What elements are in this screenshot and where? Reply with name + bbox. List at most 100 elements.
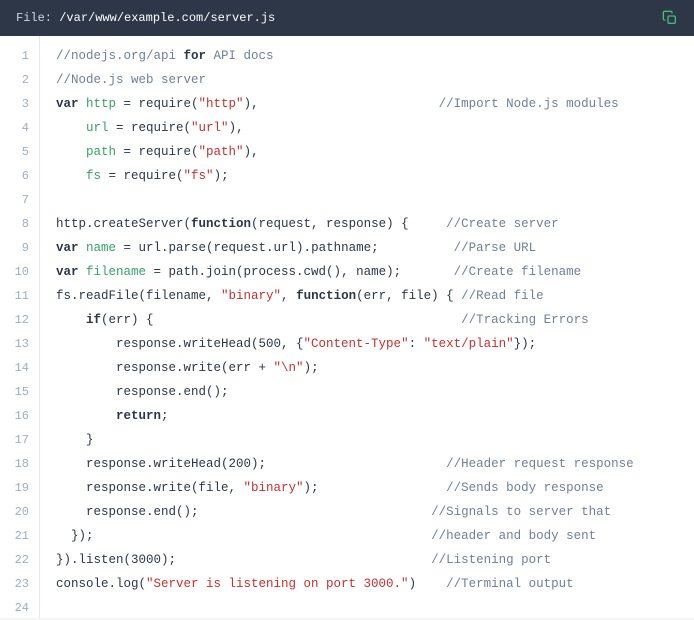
code-token: //nodejs.org/api: [56, 49, 184, 63]
code-token: [409, 217, 447, 231]
code-line: response.writeHead(200); //Header reques…: [56, 452, 634, 476]
code-token: if: [86, 313, 101, 327]
code-content[interactable]: //nodejs.org/api for API docs //Node.js w…: [40, 36, 634, 618]
code-line: response.end();: [56, 380, 634, 404]
code-line: //nodejs.org/api for API docs: [56, 44, 634, 68]
line-number: 1: [8, 44, 29, 68]
code-token: "binary": [221, 289, 281, 303]
code-token: //Listening port: [431, 553, 551, 567]
line-number: 22: [8, 548, 29, 572]
code-token: [56, 169, 86, 183]
code-token: = url.parse(request.url).pathname;: [116, 241, 379, 255]
code-token: ),: [229, 121, 244, 135]
code-token: "text/plain": [424, 337, 514, 351]
code-token: [56, 409, 116, 423]
code-token: "path": [199, 145, 244, 159]
code-token: //Header request response: [446, 457, 634, 471]
line-number: 17: [8, 428, 29, 452]
code-line: var filename = path.join(process.cwd(), …: [56, 260, 634, 284]
code-token: [176, 553, 431, 567]
code-token: ;: [161, 409, 169, 423]
code-token: :: [409, 337, 424, 351]
code-token: "fs": [184, 169, 214, 183]
line-number-gutter: 123456789101112131415161718192021222324: [0, 36, 40, 618]
code-token: "Content-Type": [304, 337, 409, 351]
code-line: path = require("path"),: [56, 140, 634, 164]
code-token: //Create server: [446, 217, 559, 231]
code-token: response.writeHead(200);: [56, 457, 266, 471]
line-number: 10: [8, 260, 29, 284]
code-token: }: [56, 433, 94, 447]
code-token: );: [304, 361, 319, 375]
code-token: response.write(err +: [56, 361, 274, 375]
code-line: //Node.js web server: [56, 68, 634, 92]
code-token: name: [86, 241, 116, 255]
code-line: response.end(); //Signals to server that: [56, 500, 634, 524]
code-token: response.writeHead(500, {: [56, 337, 304, 351]
copy-icon[interactable]: [662, 10, 678, 26]
line-number: 4: [8, 116, 29, 140]
code-token: = require(: [109, 121, 192, 135]
line-number: 15: [8, 380, 29, 404]
line-number: 5: [8, 140, 29, 164]
code-token: [199, 505, 432, 519]
code-token: API docs: [206, 49, 274, 63]
code-token: http.createServer(: [56, 217, 191, 231]
code-token: path: [86, 145, 116, 159]
file-path: /var/www/example.com/server.js: [59, 11, 275, 25]
code-token: [259, 97, 439, 111]
code-line: fs = require("fs");: [56, 164, 634, 188]
line-number: 3: [8, 92, 29, 116]
code-token: [319, 481, 447, 495]
code-token: http: [86, 97, 116, 111]
code-token: [379, 241, 454, 255]
code-line: }); //header and body sent: [56, 524, 634, 548]
code-token: "binary": [244, 481, 304, 495]
code-token: //Import Node.js modules: [439, 97, 619, 111]
code-token: = require(: [116, 145, 199, 159]
line-number: 7: [8, 188, 29, 212]
line-number: 24: [8, 596, 29, 618]
code-token: [56, 121, 86, 135]
code-token: //Tracking Errors: [461, 313, 589, 327]
code-token: filename: [86, 265, 146, 279]
code-token: //Node.js web server: [56, 73, 206, 87]
code-token: [94, 529, 432, 543]
code-token: //Create filename: [454, 265, 582, 279]
code-token: //Signals to server that: [431, 505, 611, 519]
code-token: //Sends body response: [446, 481, 604, 495]
code-line: response.writeHead(500, {"Content-Type":…: [56, 332, 634, 356]
code-token: response.end();: [56, 385, 229, 399]
code-token: var: [56, 97, 86, 111]
line-number: 6: [8, 164, 29, 188]
code-token: [56, 313, 86, 327]
line-number: 20: [8, 500, 29, 524]
file-info: File: /var/www/example.com/server.js: [16, 11, 275, 25]
code-line: [56, 596, 634, 618]
file-header: File: /var/www/example.com/server.js: [0, 0, 694, 36]
code-token: "Server is listening on port 3000.": [146, 577, 409, 591]
code-token: (request, response) {: [251, 217, 409, 231]
code-token: "\n": [274, 361, 304, 375]
code-container: 123456789101112131415161718192021222324 …: [0, 36, 694, 618]
code-token: "url": [191, 121, 229, 135]
code-token: "http": [199, 97, 244, 111]
code-token: (err) {: [101, 313, 154, 327]
code-line: fs.readFile(filename, "binary", function…: [56, 284, 634, 308]
code-line: }).listen(3000); //Listening port: [56, 548, 634, 572]
line-number: 8: [8, 212, 29, 236]
line-number: 18: [8, 452, 29, 476]
code-token: //Parse URL: [454, 241, 537, 255]
code-line: http.createServer(function(request, resp…: [56, 212, 634, 236]
code-token: });: [56, 529, 94, 543]
code-token: response.write(file,: [56, 481, 244, 495]
code-token: fs: [86, 169, 101, 183]
code-token: = require(: [101, 169, 184, 183]
code-line: var http = require("http"), //Import Nod…: [56, 92, 634, 116]
code-token: fs.readFile(filename,: [56, 289, 221, 303]
code-line: [56, 188, 634, 212]
code-line: url = require("url"),: [56, 116, 634, 140]
code-token: });: [514, 337, 537, 351]
line-number: 16: [8, 404, 29, 428]
line-number: 9: [8, 236, 29, 260]
